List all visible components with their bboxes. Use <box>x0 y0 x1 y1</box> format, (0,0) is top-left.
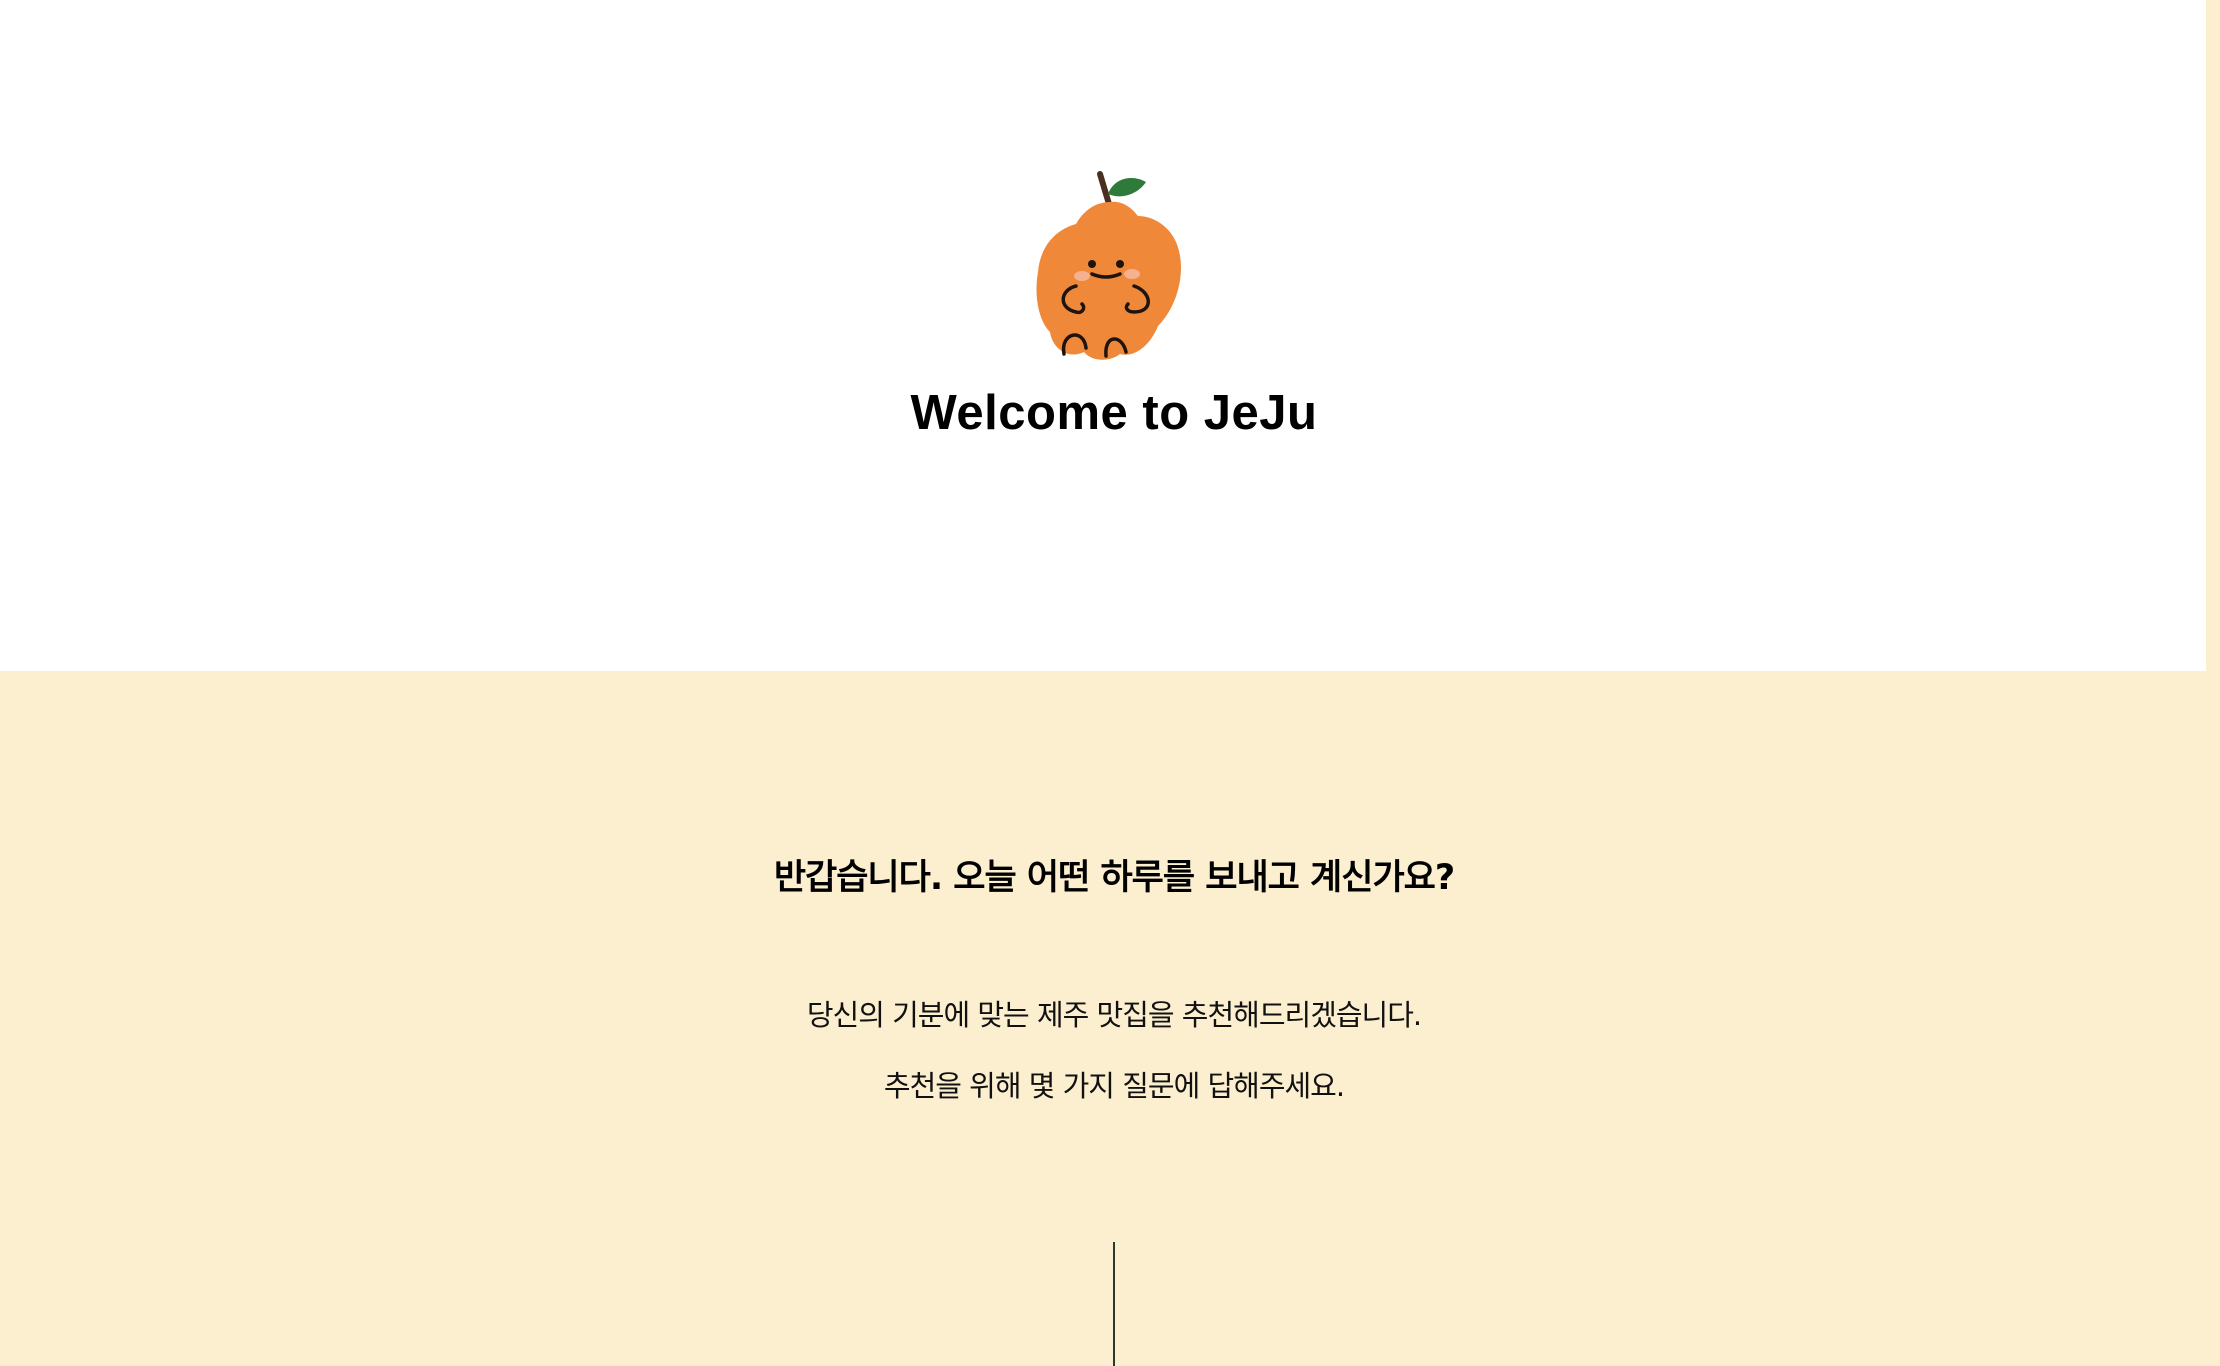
description-line-1: 당신의 기분에 맞는 제주 맛집을 추천해드리겠습니다. <box>806 998 1422 1032</box>
description-line-2: 추천을 위해 몇 가지 질문에 답해주세요. <box>883 1069 1345 1103</box>
scroll-indicator-line <box>1113 1242 1115 1366</box>
page-title: Welcome to JeJu <box>910 386 1318 440</box>
landing-page: Welcome to JeJu 반갑습니다. 오늘 어떤 하루를 보내고 계신가… <box>0 0 2220 1366</box>
greeting-question: 반갑습니다. 오늘 어떤 하루를 보내고 계신가요? <box>773 858 1455 898</box>
tangerine-mascot-icon <box>1030 168 1190 364</box>
hero-section: Welcome to JeJu <box>0 0 2206 671</box>
intro-section: 반갑습니다. 오늘 어떤 하루를 보내고 계신가요? 당신의 기분에 맞는 제주… <box>0 671 2220 1366</box>
